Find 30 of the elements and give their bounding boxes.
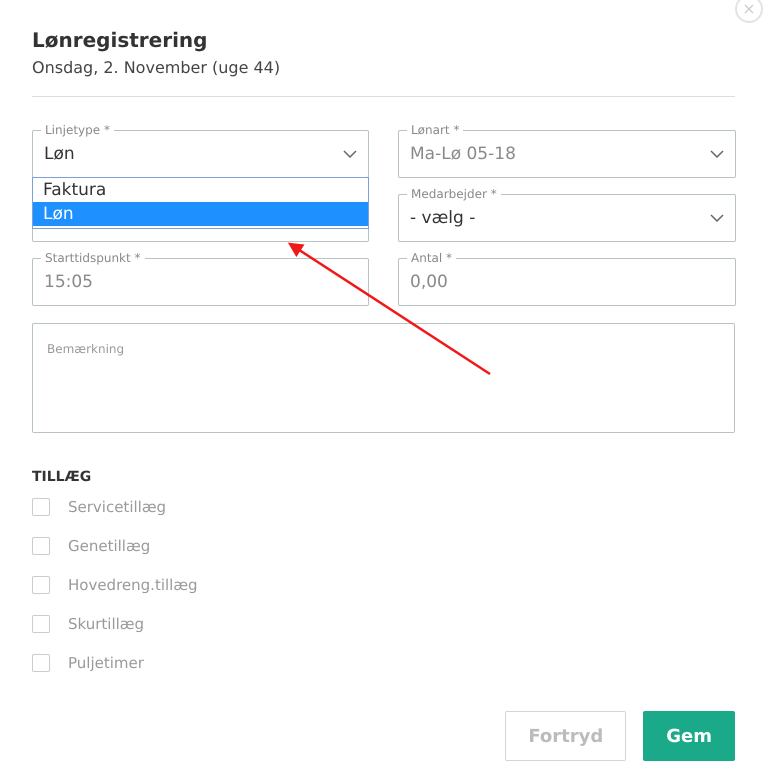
cancel-button[interactable]: Fortryd [505, 711, 626, 761]
field-label: Starttidspunkt * [41, 250, 145, 266]
chevron-down-icon [710, 214, 724, 222]
chevron-down-icon [343, 150, 357, 158]
field-label: Linjetype * [41, 122, 114, 138]
checkbox-label: Servicetillæg [68, 498, 166, 516]
checkbox-label: Genetillæg [68, 536, 150, 554]
checkbox[interactable] [32, 614, 50, 632]
dropdown-option[interactable]: Løn [33, 202, 368, 226]
checkbox[interactable] [32, 654, 50, 672]
save-button[interactable]: Gem [643, 711, 735, 761]
field-label: Medarbejder * [407, 186, 501, 202]
section-title: TILLÆG [32, 468, 92, 487]
checkbox[interactable] [32, 498, 50, 516]
chevron-down-icon [710, 150, 724, 158]
checkbox-label: Skurtillæg [68, 614, 144, 632]
field-value: - vælg - [410, 208, 476, 228]
dialog-subtitle: Onsdag, 2. November (uge 44) [32, 57, 282, 79]
checkbox-label: Puljetimer [68, 654, 144, 672]
checkbox[interactable] [32, 576, 50, 594]
checkbox[interactable] [32, 536, 50, 554]
field-value: Ma-Lø 05-18 [410, 144, 517, 164]
field-value: 15:05 [44, 272, 94, 292]
field-value: Løn [44, 144, 76, 164]
remark-placeholder: Bemærkning [47, 342, 124, 356]
dialog-title: Lønregistrering [32, 27, 208, 54]
select-field[interactable]: Medarbejder * - vælg - [398, 186, 736, 242]
remark-field[interactable]: Bemærkning [32, 323, 735, 433]
field-value: 0,00 [410, 272, 449, 292]
checkbox-label: Hovedreng.tillæg [68, 576, 198, 594]
